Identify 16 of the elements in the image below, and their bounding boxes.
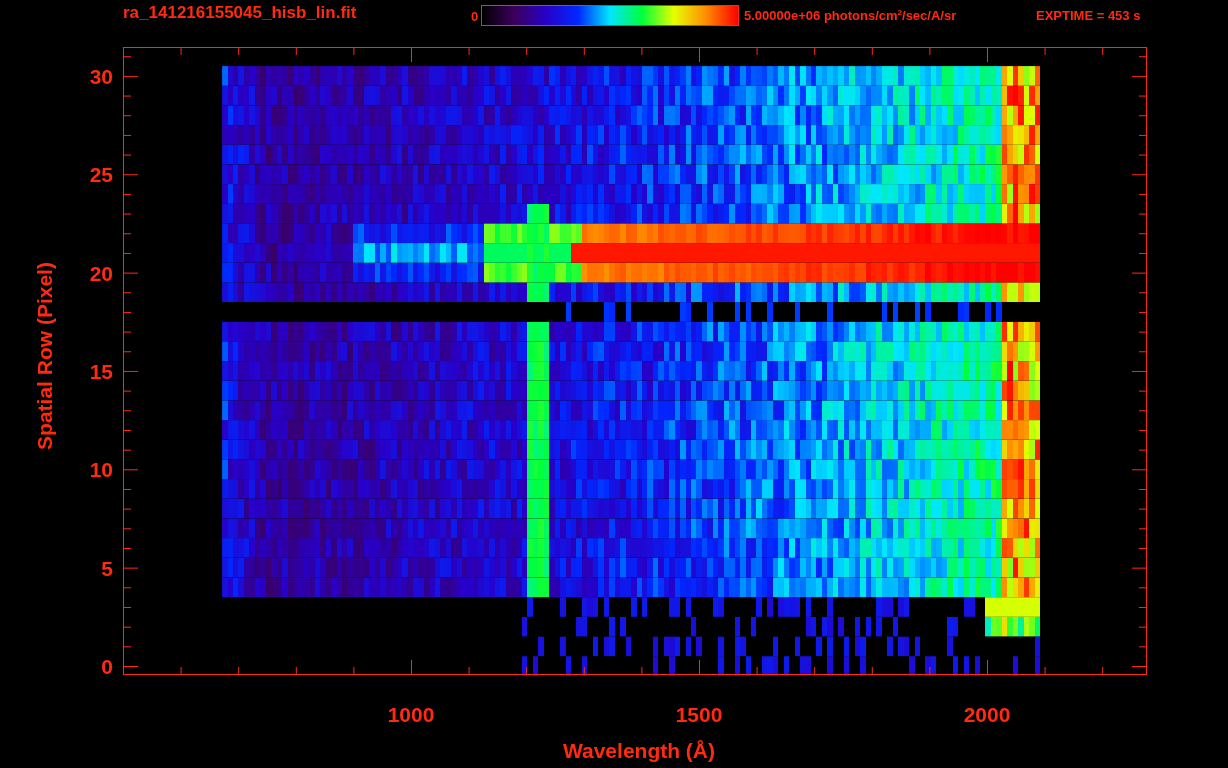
y-tick-label: 0 xyxy=(101,655,113,678)
colorbar-min-label: 0 xyxy=(471,9,480,24)
exposure-time: EXPTIME = 453 s xyxy=(1036,8,1141,23)
file-title: ra_141216155045_hisb_lin.fit xyxy=(123,3,358,23)
y-tick-label: 15 xyxy=(89,359,113,383)
y-tick-label: 5 xyxy=(101,556,113,580)
y-tick-label: 25 xyxy=(89,163,113,187)
x-tick-label: 2000 xyxy=(963,703,1011,726)
y-tick-label: 10 xyxy=(89,458,113,482)
colorbar-max-label: 5.00000e+06 photons/cm$^{2}$/sec/A/sr xyxy=(744,8,958,24)
x-axis-title: Wavelength (Å) xyxy=(562,739,716,762)
y-tick-label: 20 xyxy=(89,261,113,285)
y-tick-label: 30 xyxy=(89,64,113,88)
y-axis-title: Spatial Row (Pixel) xyxy=(33,262,56,450)
x-tick-label: 1500 xyxy=(675,703,723,726)
x-tick-label: 1000 xyxy=(387,703,435,726)
